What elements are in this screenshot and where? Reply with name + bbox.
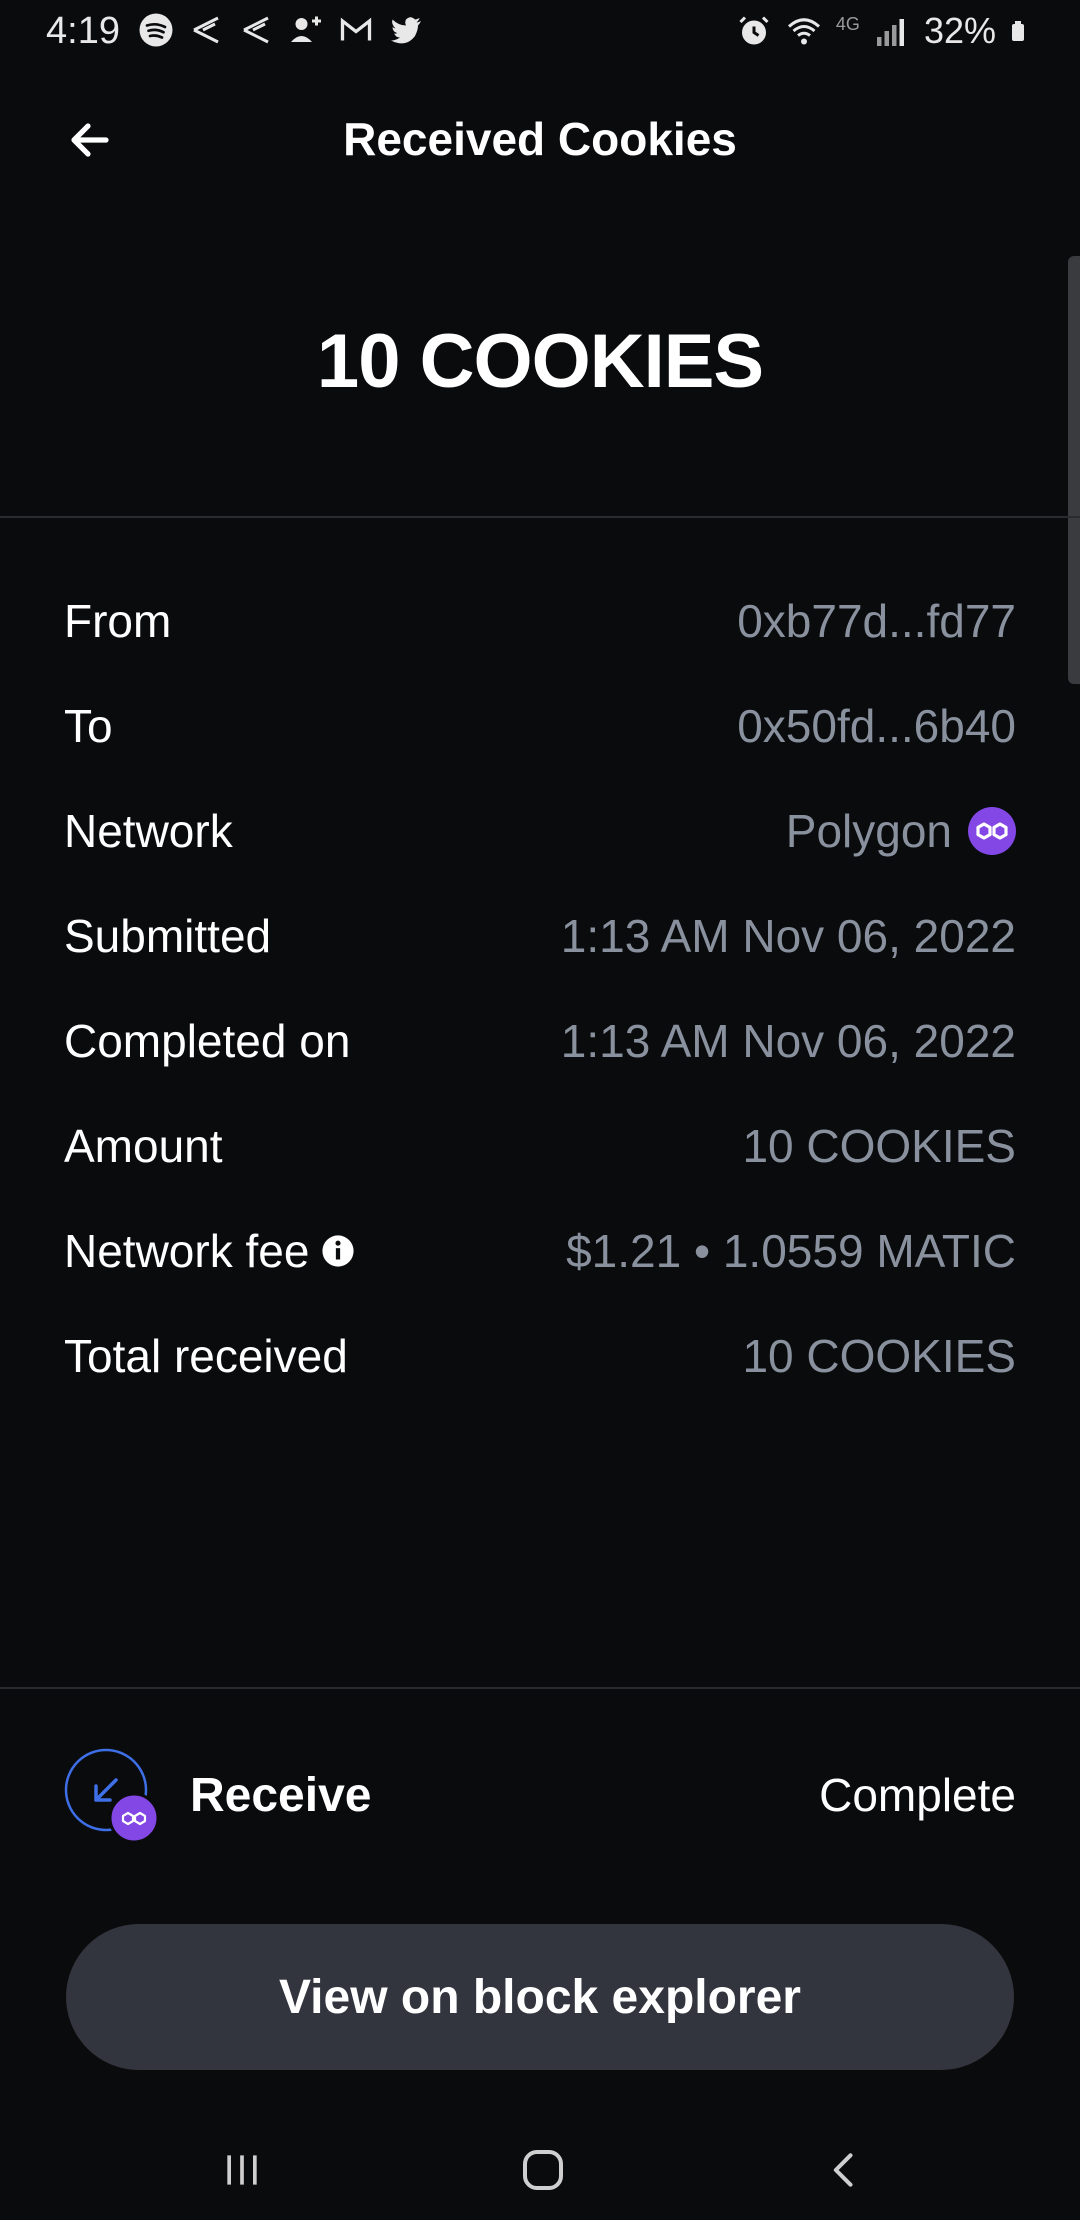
twitter-icon: [391, 17, 421, 44]
detail-label: Completed on: [64, 1014, 351, 1067]
detail-label: Network: [64, 804, 233, 857]
system-nav-bar: [0, 2120, 1080, 2220]
battery-percent: 32%: [923, 10, 996, 51]
app-icon: [193, 16, 219, 44]
network-fee-value: $1.21 • 1.0559 MATIC: [566, 1224, 1016, 1277]
battery-icon: [1012, 21, 1024, 41]
total-received-value: 10 COOKIES: [742, 1329, 1016, 1382]
from-address[interactable]: 0xb77d...fd77: [737, 594, 1016, 648]
amount-value: 10 COOKIES: [742, 1119, 1016, 1172]
wifi-icon: [787, 18, 820, 45]
transaction-status: Complete: [819, 1769, 1016, 1821]
network-value: Polygon: [786, 804, 1016, 858]
detail-row-submitted: Submitted 1:13 AM Nov 06, 2022: [64, 883, 1016, 988]
notification-icons: [138, 12, 424, 48]
view-on-block-explorer-button[interactable]: View on block explorer: [66, 1924, 1014, 2070]
completed-value: 1:13 AM Nov 06, 2022: [560, 1014, 1016, 1067]
detail-label: Total received: [64, 1329, 348, 1382]
detail-label: To: [64, 699, 113, 752]
detail-row-completed: Completed on 1:13 AM Nov 06, 2022: [64, 988, 1016, 1093]
home-icon: [523, 2150, 563, 2190]
chevron-left-icon: [833, 2153, 853, 2187]
detail-label: Network fee: [64, 1224, 310, 1277]
app-header: Received Cookies: [0, 100, 1080, 180]
detail-label: Submitted: [64, 909, 272, 962]
to-address[interactable]: 0x50fd...6b40: [737, 699, 1016, 753]
network-name: Polygon: [785, 804, 952, 857]
system-icons: 4G 32%: [736, 10, 1034, 52]
system-back-button[interactable]: [805, 2130, 885, 2210]
transaction-details: From 0xb77d...fd77 To 0x50fd...6b40 Netw…: [64, 568, 1016, 1408]
amount-hero: 10 COOKIES: [316, 319, 764, 404]
alarm-icon: [739, 16, 769, 45]
info-icon[interactable]: [321, 1234, 355, 1268]
divider: [0, 516, 1080, 518]
network-fee-label-group: Network fee: [64, 1224, 355, 1278]
home-button[interactable]: [503, 2130, 583, 2210]
spotify-icon: [139, 13, 173, 47]
detail-row-to: To 0x50fd...6b40: [64, 673, 1016, 778]
app-icon: [243, 16, 269, 44]
receive-icon: [64, 1748, 160, 1844]
add-contact-icon: [291, 16, 321, 42]
recent-apps-icon: [227, 2155, 257, 2185]
divider: [0, 1687, 1080, 1689]
detail-label: From: [64, 594, 172, 647]
polygon-icon: [968, 806, 1016, 855]
detail-row-total-received: Total received 10 COOKIES: [64, 1303, 1016, 1408]
detail-label: Amount: [64, 1119, 223, 1172]
status-bar: 4:19 4G 32%: [0, 0, 1080, 64]
transaction-type: Receive: [190, 1769, 372, 1822]
detail-row-amount: Amount 10 COOKIES: [64, 1093, 1016, 1198]
transaction-status-row: Receive Complete: [64, 1746, 1016, 1846]
status-time: 4:19: [46, 10, 120, 52]
gmail-icon: [340, 17, 372, 41]
signal-icon: [876, 19, 904, 46]
recent-apps-button[interactable]: [202, 2130, 282, 2210]
detail-row-from: From 0xb77d...fd77: [64, 568, 1016, 673]
submitted-value: 1:13 AM Nov 06, 2022: [560, 909, 1016, 962]
network-type-label: 4G: [835, 13, 860, 34]
detail-row-network: Network Polygon: [64, 778, 1016, 883]
detail-row-network-fee: Network fee $1.21 • 1.0559 MATIC: [64, 1198, 1016, 1303]
page-title: Received Cookies: [343, 113, 737, 165]
